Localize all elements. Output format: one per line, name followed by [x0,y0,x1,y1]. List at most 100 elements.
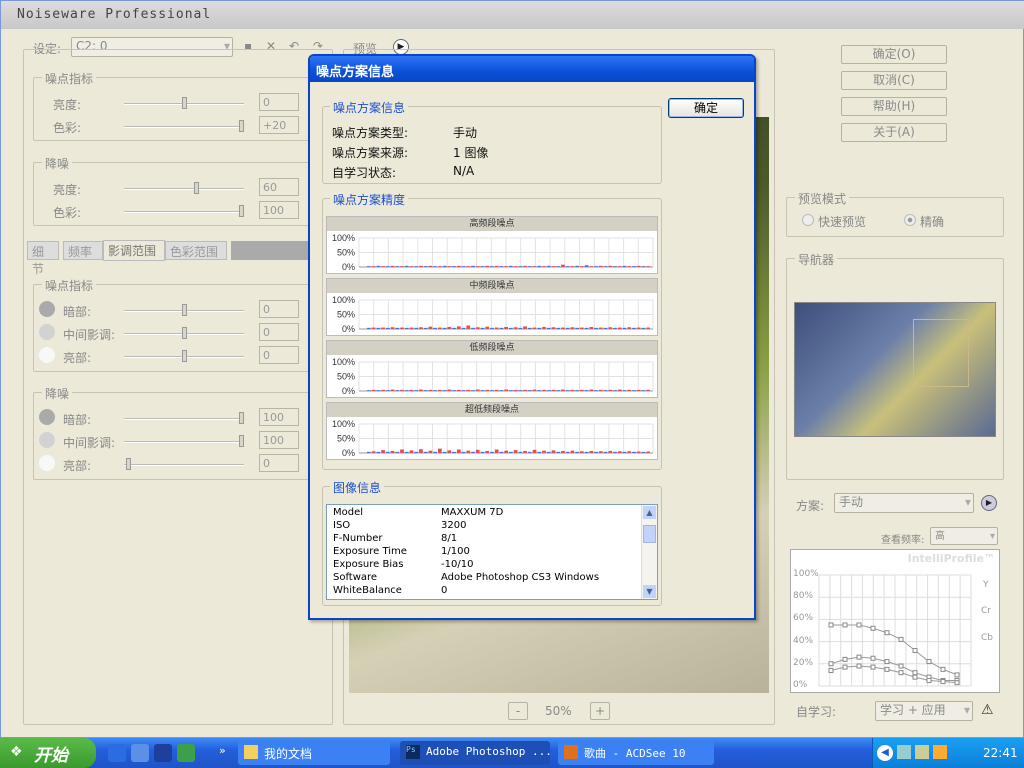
nr-brightness-slider[interactable] [124,182,244,194]
scroll-down-icon[interactable]: ▼ [643,585,656,598]
nl-brightness-value[interactable]: 0 [259,93,299,111]
chart-title: 高频段噪点 [327,217,657,231]
chart-bar [561,327,565,329]
tl-mid-value[interactable]: 0 [259,323,299,341]
nr-brightness-value[interactable]: 60 [259,178,299,196]
zoom-in-button[interactable]: + [590,702,610,720]
chart-bar [456,449,461,453]
network-icon[interactable] [897,745,911,759]
tl-light-value[interactable]: 0 [259,346,299,364]
chart-bar [636,389,641,391]
mid-swatch [39,432,55,448]
chart-bar [419,389,423,391]
chart-bar [632,266,636,267]
word-icon[interactable] [154,744,172,762]
dialog-title[interactable]: 噪点方案信息 [310,56,754,82]
exif-value: Adobe Photoshop CS3 Windows [441,572,600,583]
chart-bar [527,327,532,329]
accurate-label: 精确 [920,215,945,229]
chart-bar [419,327,423,329]
chart-bar [381,389,385,391]
tab-frequency[interactable]: 频率 [63,241,103,260]
tl-dark-slider[interactable] [124,304,244,316]
fast-preview-radio[interactable] [802,214,814,226]
accurate-radio[interactable] [904,214,916,226]
chart-bar [598,451,603,453]
intelliprofile-chart[interactable]: IntelliProfile™ 100% 80% 60% 40% 20% 0% Y Cr … [790,549,1000,693]
refresh-icon[interactable] [177,744,195,762]
tab-tone-range[interactable]: 影调范围 [103,240,165,261]
profile-label: 方案: [796,499,825,513]
tr-dark-label: 暗部: [63,413,92,427]
scroll-up-icon[interactable]: ▲ [643,506,656,519]
chart-bar [390,265,395,267]
profile-value: 手动 [839,495,864,509]
nr-color-slider[interactable] [124,205,244,217]
chevron-left-icon[interactable]: ◀ [877,745,893,761]
ok-button[interactable]: 确定(O) [841,45,947,64]
navigator-viewport[interactable] [913,319,969,387]
chart-bar [636,451,641,453]
nr-color-value[interactable]: 100 [259,201,299,219]
tl-dark-value[interactable]: 0 [259,300,299,318]
chart-bar [570,450,575,453]
chart-bar [385,327,390,329]
profile-select[interactable]: 手动 ▾ [834,493,974,513]
taskbar-my-documents[interactable]: 我的文档 [238,741,390,765]
browser-icon[interactable] [131,744,149,762]
tr-dark-slider[interactable] [124,412,244,424]
chart-bar [395,451,400,453]
chart-bar [603,327,608,329]
navigator-thumbnail[interactable] [794,302,996,437]
about-button[interactable]: 关于(A) [841,123,947,142]
cancel-button[interactable]: 取消(C) [841,71,947,90]
taskbar-acdsee[interactable]: 歌曲 - ACDSee 10 [558,741,714,765]
help-button[interactable]: 帮助(H) [841,97,947,116]
tr-mid-value[interactable]: 100 [259,431,299,449]
chart-bar [376,451,381,453]
chart-bar [603,451,608,453]
tab-detail[interactable]: 细节 [27,241,59,276]
title-bar[interactable]: Noiseware Professional [1,1,1024,29]
shield-icon[interactable] [915,745,929,759]
y-tick-label: 100% [332,357,355,367]
chart-bar [494,327,499,329]
tr-dark-value[interactable]: 100 [259,408,299,426]
self-learn-select[interactable]: 学习 + 应用 ▾ [875,701,973,721]
tr-light-slider[interactable] [124,458,244,470]
profile-source-label: 噪点方案来源: [332,146,409,160]
chart-bar [598,265,603,267]
tl-light-slider[interactable] [124,350,244,362]
chart-bar [598,389,603,391]
freq-select[interactable]: 高 ▾ [930,527,998,545]
chart-bar [447,326,452,329]
nl-color-slider[interactable] [124,120,244,132]
chart-bar [551,266,556,267]
ie-icon[interactable] [108,744,126,762]
tr-mid-slider[interactable] [124,435,244,447]
chart-bar [518,390,523,391]
exif-list[interactable]: Model MAXXUM 7D ISO 3200 F-Number 8/1 Exposure… [326,504,658,600]
tl-mid-slider[interactable] [124,327,244,339]
exif-scrollbar[interactable]: ▲ ▼ [641,505,657,599]
curve-node [898,663,904,669]
chart-bar [537,265,542,267]
tr-light-value[interactable]: 0 [259,454,299,472]
chart-bar [603,390,608,391]
precision-chart: 低频段噪点 100% 50% 0% [326,340,658,398]
scroll-thumb[interactable] [643,525,656,543]
warning-icon[interactable]: ⚠ [981,702,994,718]
start-button[interactable]: ❖ 开始 [0,738,96,768]
zoom-out-button[interactable]: - [508,702,528,720]
nl-brightness-slider[interactable] [124,97,244,109]
chart-bar [494,389,499,391]
play-icon[interactable]: ▶ [981,495,997,511]
chart-bar [461,327,466,329]
chart-bar [385,266,390,267]
chevron-right-icon[interactable]: » [219,744,226,757]
tab-color-range[interactable]: 色彩范围 [165,241,227,260]
dialog-ok-button[interactable]: 确定 [668,98,744,118]
nl-color-value[interactable]: +20 [259,116,299,134]
volume-icon[interactable] [933,745,947,759]
taskbar-photoshop[interactable]: Ps Adobe Photoshop ... [400,741,550,765]
